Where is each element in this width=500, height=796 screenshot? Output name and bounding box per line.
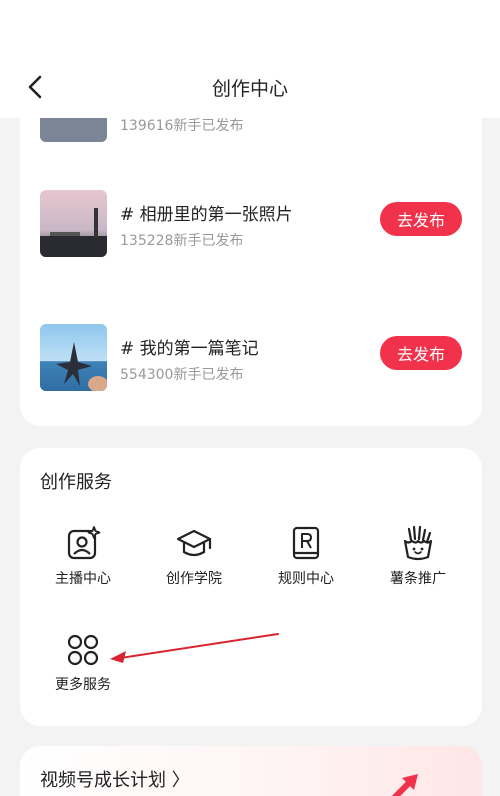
growth-plan-title[interactable]: 视频号成长计划 〉 xyxy=(40,766,190,792)
task-subtitle: 139616新手已发布 xyxy=(120,118,244,134)
grid-circles-icon xyxy=(67,634,99,666)
top-bar: 创作中心 xyxy=(0,0,500,118)
task-thumbnail xyxy=(40,190,107,257)
service-item-anchor-center[interactable]: 主播中心 xyxy=(33,524,133,594)
task-thumbnail xyxy=(40,324,107,391)
service-label: 薯条推广 xyxy=(390,571,446,587)
publish-button[interactable]: 去发布 xyxy=(380,202,462,236)
service-label: 创作学院 xyxy=(166,571,222,587)
newbie-tasks-card: 139616新手已发布 # 相册里的第一张照片 135228新手已发布 去发布 xyxy=(20,75,482,426)
service-label: 主播中心 xyxy=(55,571,111,587)
service-label: 更多服务 xyxy=(55,677,111,693)
service-label: 规则中心 xyxy=(278,571,334,587)
task-title: # 相册里的第一张照片 xyxy=(120,205,293,225)
publish-button[interactable]: 去发布 xyxy=(380,336,462,370)
task-subtitle: 554300新手已发布 xyxy=(120,367,244,383)
graduation-cap-icon xyxy=(176,529,212,557)
fries-icon xyxy=(403,525,433,561)
growth-arrow-icon xyxy=(391,774,418,796)
section-title: 创作服务 xyxy=(40,472,112,493)
service-item-creation-academy[interactable]: 创作学院 xyxy=(144,524,244,594)
anchor-center-icon xyxy=(67,526,101,560)
task-subtitle: 135228新手已发布 xyxy=(120,233,244,249)
rule-book-icon xyxy=(292,526,320,560)
list-item[interactable]: # 我的第一篇笔记 554300新手已发布 去发布 xyxy=(40,324,462,392)
service-item-fries-promotion[interactable]: 薯条推广 xyxy=(368,524,468,594)
growth-plan-card[interactable]: 视频号成长计划 〉 xyxy=(20,746,482,796)
creation-services-card: 创作服务 主播中心 创作学院 规则中心 薯条推广 更多服务 xyxy=(20,448,482,726)
page-title: 创作中心 xyxy=(211,78,288,100)
list-item[interactable]: # 相册里的第一张照片 135228新手已发布 去发布 xyxy=(40,190,462,258)
annotation-arrow-icon xyxy=(110,633,279,663)
service-item-rule-center[interactable]: 规则中心 xyxy=(256,524,356,594)
task-title: # 我的第一篇笔记 xyxy=(120,339,259,359)
